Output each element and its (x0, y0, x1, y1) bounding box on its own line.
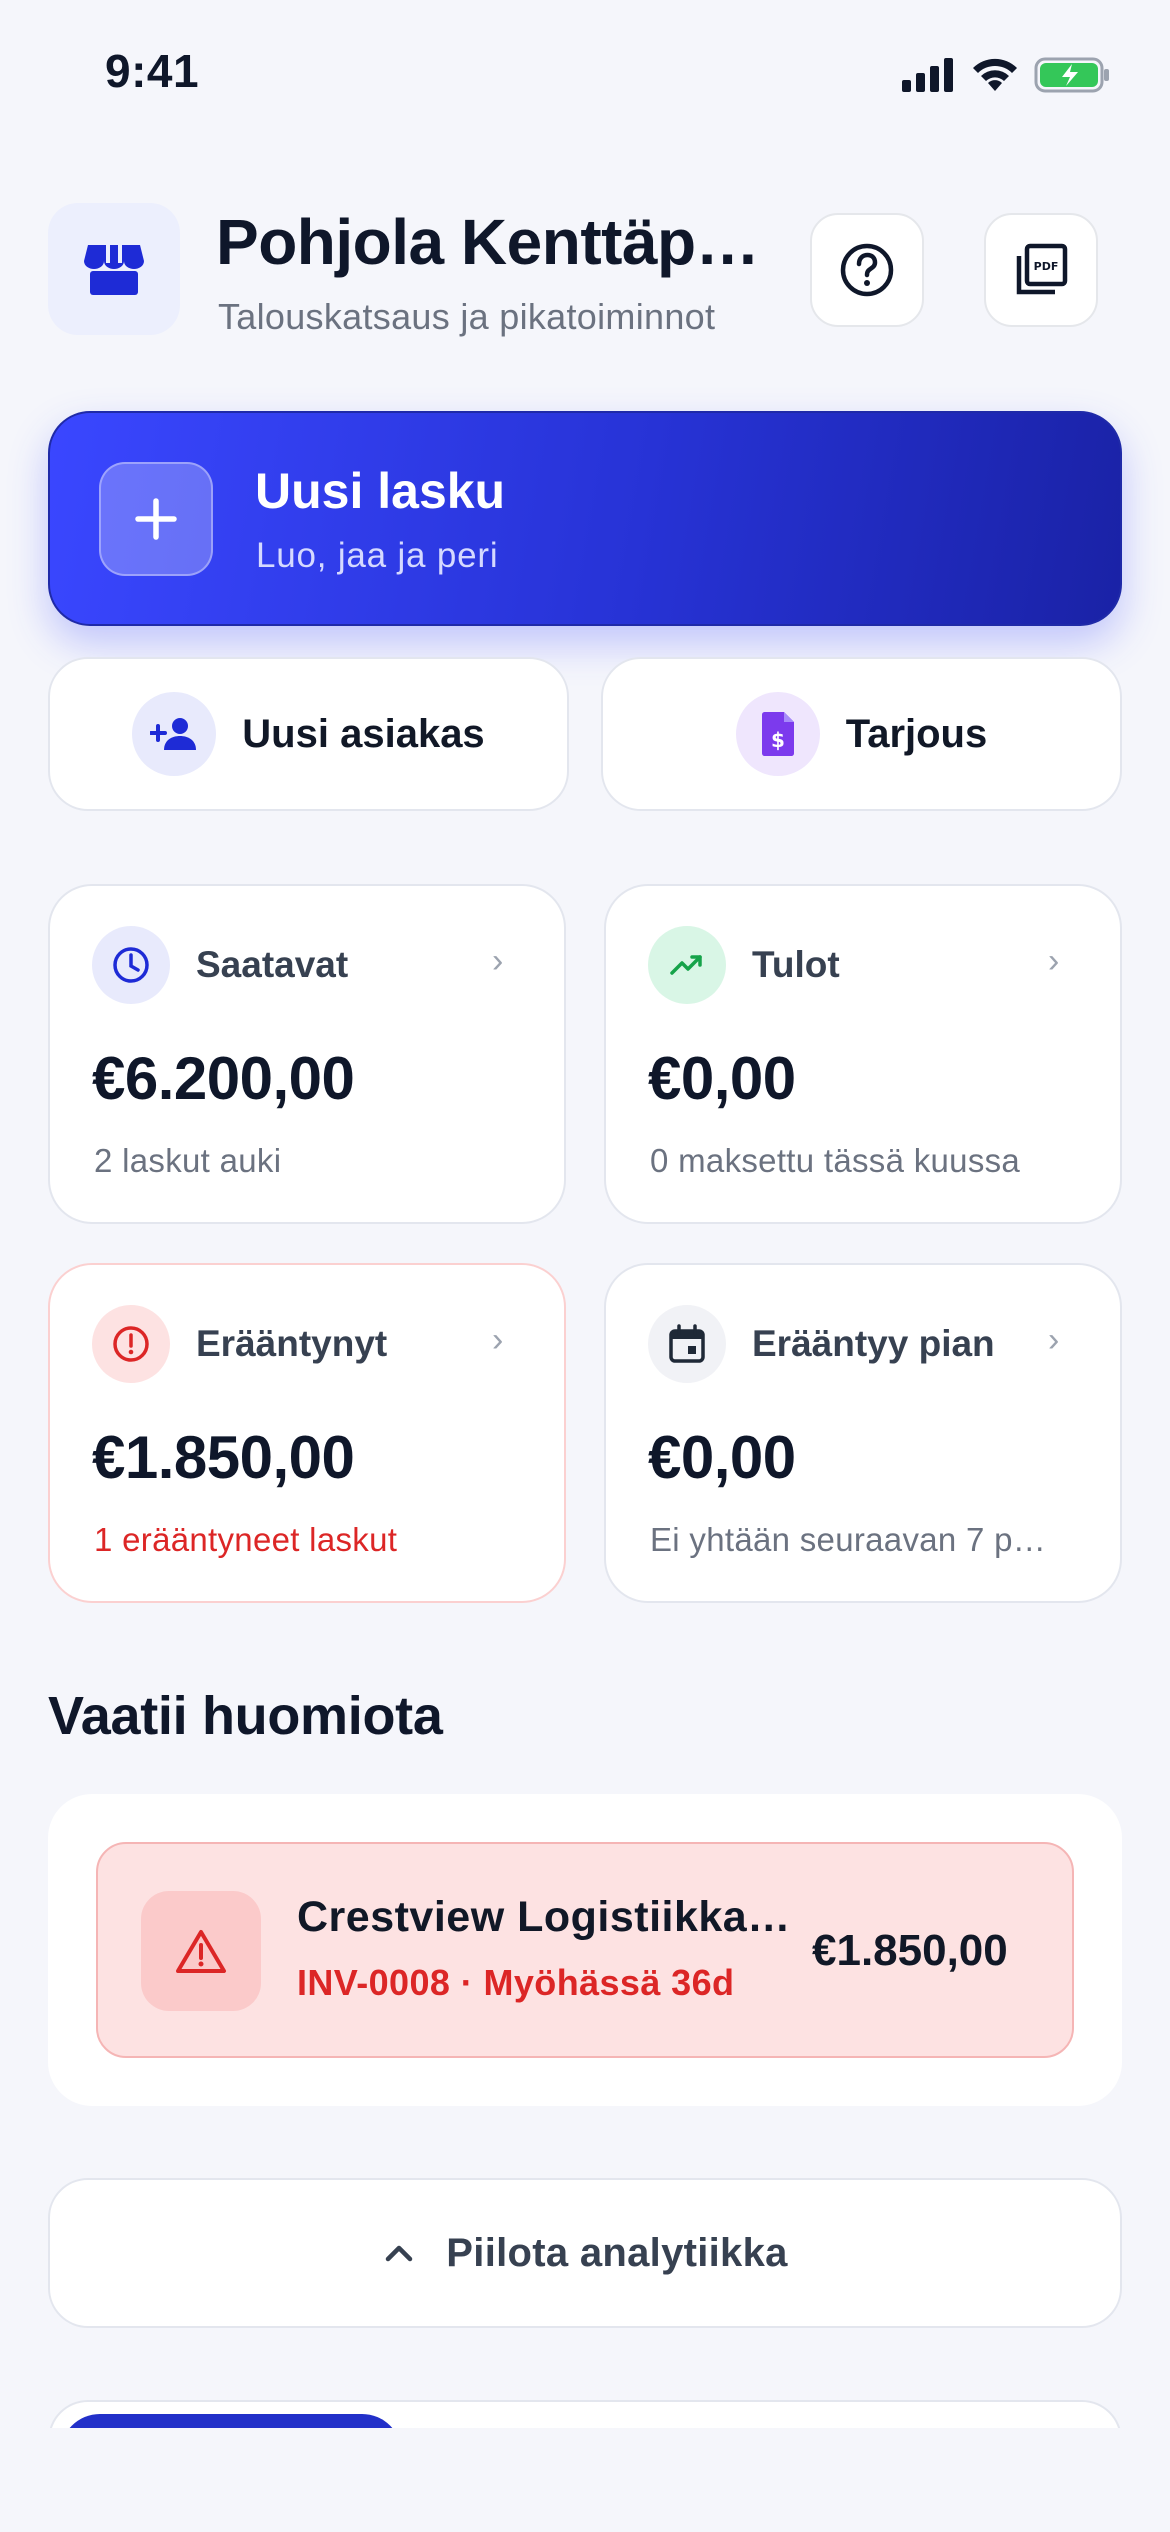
overdue-value: €1.850,00 (92, 1424, 355, 1491)
battery-icon (1034, 57, 1109, 93)
chevron-right-icon: › (1048, 1321, 1060, 1359)
chevron-up-icon (386, 2245, 413, 2262)
new-customer-label: Uusi asiakas (242, 711, 485, 756)
attention-item-title: Crestview Logistiikka… (297, 1893, 791, 1941)
receivables-note: 2 laskut auki (94, 1142, 282, 1179)
storefront-icon (84, 245, 144, 295)
income-note: 0 maksettu tässä kuussa (650, 1142, 1021, 1179)
clock-icon (92, 926, 170, 1004)
chevron-right-icon: › (492, 1321, 504, 1359)
due-soon-card[interactable]: Erääntyy pian › €0,00 Ei yhtään seuraava… (604, 1263, 1122, 1603)
pdf-icon: PDF (1016, 243, 1068, 295)
warning-triangle-icon (141, 1891, 261, 2011)
due-soon-value: €0,00 (648, 1424, 796, 1491)
bottom-fade (0, 2428, 1170, 2532)
receivables-label: Saatavat (196, 944, 349, 985)
calendar-icon (648, 1305, 726, 1383)
chevron-right-icon: › (1048, 942, 1060, 980)
alert-circle-icon (92, 1305, 170, 1383)
page-subtitle: Talouskatsaus ja pikatoiminnot (218, 296, 716, 337)
cellular-signal-icon (902, 58, 953, 92)
status-time: 9:41 (105, 45, 200, 97)
new-customer-button[interactable]: Uusi asiakas (48, 657, 569, 811)
attention-item-amount: €1.850,00 (812, 1926, 1008, 1975)
new-invoice-subtitle: Luo, jaa ja peri (256, 536, 499, 575)
income-value: €0,00 (648, 1045, 796, 1112)
help-icon (840, 243, 894, 297)
quote-button[interactable]: $ Tarjous (601, 657, 1122, 811)
quote-label: Tarjous (845, 711, 988, 756)
income-card[interactable]: Tulot › €0,00 0 maksettu tässä kuussa (604, 884, 1122, 1224)
page-title: Pohjola Kenttäp… (216, 206, 760, 278)
svg-text:PDF: PDF (1034, 260, 1059, 273)
add-user-icon (132, 692, 217, 776)
svg-text:$: $ (771, 728, 785, 752)
receivables-card[interactable]: Saatavat › €6.200,00 2 laskut auki (48, 884, 566, 1224)
store-logo (48, 203, 180, 335)
overdue-note: 1 erääntyneet laskut (94, 1521, 398, 1558)
new-invoice-title: Uusi lasku (255, 463, 506, 519)
overdue-card[interactable]: Erääntynyt › €1.850,00 1 erääntyneet las… (48, 1263, 566, 1603)
wifi-icon (973, 58, 1017, 91)
due-soon-note: Ei yhtään seuraavan 7 p… (650, 1521, 1047, 1558)
chevron-right-icon: › (492, 942, 504, 980)
quote-document-icon: $ (735, 692, 820, 776)
status-icons (902, 50, 1112, 100)
attention-heading: Vaatii huomiota (48, 1686, 443, 1746)
help-button[interactable] (810, 213, 924, 327)
overdue-label: Erääntynyt (196, 1323, 388, 1364)
hide-analytics-label: Piilota analytiikka (446, 2230, 788, 2275)
receivables-value: €6.200,00 (92, 1045, 355, 1112)
pdf-export-button[interactable]: PDF (984, 213, 1098, 327)
trending-up-icon (648, 926, 726, 1004)
income-label: Tulot (752, 944, 840, 985)
hide-analytics-button[interactable]: Piilota analytiikka (48, 2178, 1122, 2328)
due-soon-label: Erääntyy pian (752, 1323, 995, 1364)
attention-item-subtitle: INV-0008 · Myöhässä 36d (297, 1962, 735, 2003)
plus-icon (99, 462, 213, 576)
